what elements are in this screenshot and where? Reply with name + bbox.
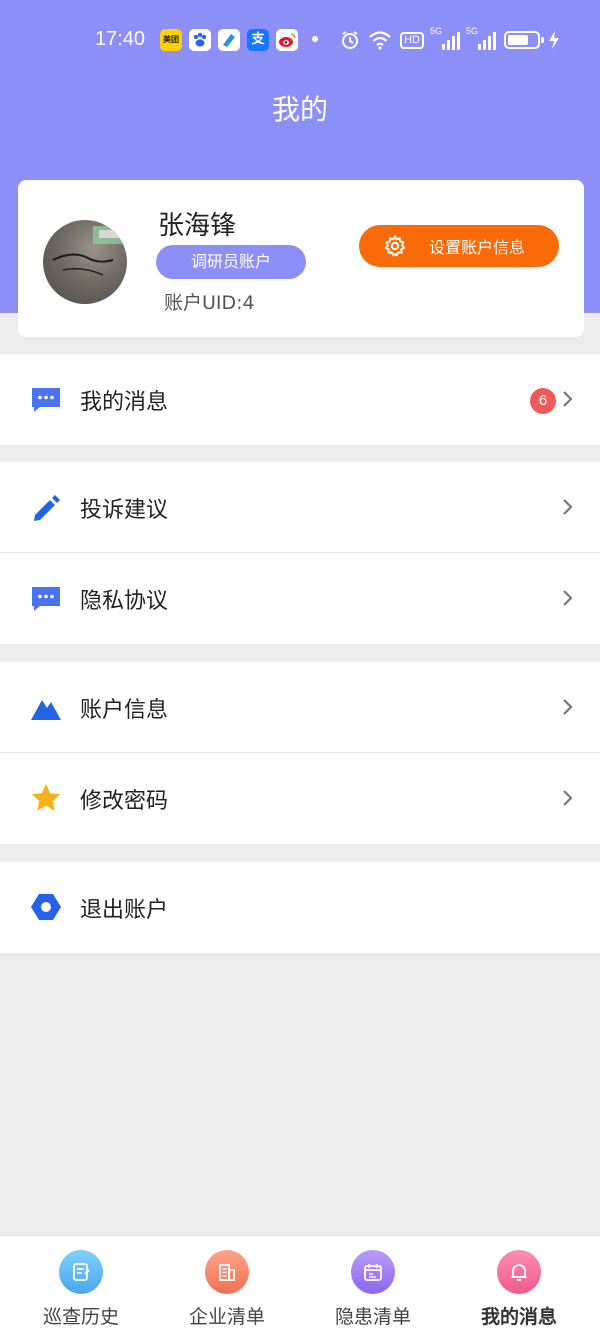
tab-label: 企业清单 [188, 1306, 265, 1328]
menu-group-account: 账户信息 修改密码 [0, 662, 600, 844]
menu-group-messages: 我的消息 6 [0, 354, 600, 445]
app-icon [218, 29, 240, 51]
menu-group-legal: 投诉建议 隐私协议 [0, 462, 600, 644]
menu-item-logout[interactable]: 退出账户 [0, 862, 600, 953]
alipay-icon: 支 [247, 29, 269, 51]
baidu-paw-icon [189, 29, 211, 51]
star-icon [31, 784, 61, 811]
profile-card: 张海锋 调研员账户 账户UID:4 设置账户信息 [18, 180, 584, 337]
menu-label: 退出账户 [80, 898, 169, 923]
unread-badge: 6 [530, 388, 556, 414]
signal-icon: 5G [466, 26, 496, 50]
avatar[interactable] [43, 220, 127, 304]
hd-indicator: HD [400, 31, 424, 49]
tab-label: 我的消息 [480, 1306, 557, 1328]
tab-enterprise-list[interactable]: 企业清单 [154, 1250, 300, 1329]
menu-item-complaints[interactable]: 投诉建议 [0, 462, 600, 553]
tab-my-messages[interactable]: 我的消息 [446, 1250, 592, 1329]
settings-button-label: 设置账户信息 [429, 238, 526, 257]
bottom-tab-bar: 巡查历史 企业清单 隐患清单 我的消息 [0, 1235, 600, 1333]
message-icon [32, 587, 60, 611]
user-name: 张海锋 [158, 211, 237, 241]
menu-group-logout: 退出账户 [0, 862, 600, 953]
account-uid: 账户UID:4 [164, 292, 255, 314]
building-icon [205, 1250, 249, 1294]
signal-type: 5G [466, 26, 479, 36]
menu-item-my-messages[interactable]: 我的消息 6 [0, 354, 600, 445]
tab-label: 巡查历史 [42, 1306, 119, 1328]
gear-icon [384, 234, 406, 257]
calendar-icon [351, 1250, 395, 1294]
chevron-right-icon [563, 590, 573, 606]
chevron-right-icon [563, 499, 573, 515]
status-time: 17:40 [95, 28, 146, 50]
signal-type: 5G [430, 26, 443, 36]
meituan-app-icon: 美团 [160, 29, 182, 51]
chevron-right-icon [563, 790, 573, 806]
charging-icon [549, 31, 559, 49]
notification-dot-icon [312, 36, 318, 42]
menu-item-account-info[interactable]: 账户信息 [0, 662, 600, 753]
bell-icon [497, 1250, 541, 1294]
menu-item-privacy[interactable]: 隐私协议 [0, 553, 600, 644]
alarm-icon [342, 31, 359, 49]
battery-icon [504, 31, 544, 49]
menu-item-change-password[interactable]: 修改密码 [0, 753, 600, 844]
page-title: 我的 [271, 93, 328, 126]
role-badge: 调研员账户 [156, 245, 306, 279]
menu-label: 投诉建议 [80, 498, 169, 523]
hexagon-icon [31, 894, 61, 920]
chevron-right-icon [563, 391, 573, 407]
menu-label: 隐私协议 [80, 589, 169, 614]
tab-hazard-list[interactable]: 隐患清单 [300, 1250, 446, 1329]
signal-icon: 5G [430, 26, 460, 50]
message-icon [32, 388, 60, 412]
history-icon [59, 1250, 103, 1294]
account-settings-button[interactable]: 设置账户信息 [359, 225, 559, 267]
menu-label: 我的消息 [80, 390, 169, 415]
tab-label: 隐患清单 [334, 1306, 411, 1328]
pencil-icon [34, 495, 60, 521]
mountain-icon [31, 700, 61, 720]
menu-label: 修改密码 [80, 789, 169, 814]
menu-label: 账户信息 [80, 698, 169, 723]
wifi-icon [369, 31, 391, 50]
weibo-icon [276, 29, 298, 51]
status-bar: 17:40 美团 支 HD 5G 5G [0, 22, 600, 58]
tab-inspection-history[interactable]: 巡查历史 [8, 1250, 154, 1329]
chevron-right-icon [563, 699, 573, 715]
